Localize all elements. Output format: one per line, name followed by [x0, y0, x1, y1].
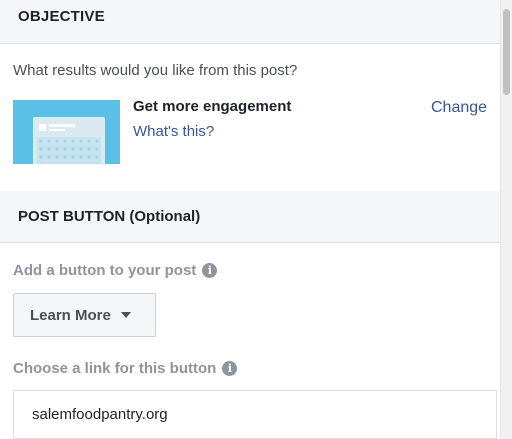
post-button-header-title: POST BUTTON (Optional)	[18, 208, 201, 225]
objective-section-header: OBJECTIVE	[0, 0, 500, 44]
button-type-dropdown[interactable]: Learn More	[13, 293, 156, 337]
boost-post-panel: OBJECTIVE What results would you like fr…	[0, 0, 500, 439]
button-type-selected: Learn More	[30, 306, 111, 324]
whats-this-link[interactable]: What's this?	[133, 123, 214, 140]
thumbnail-image	[37, 137, 101, 164]
objective-header-title: OBJECTIVE	[18, 8, 105, 25]
button-link-input[interactable]	[13, 390, 497, 439]
post-button-section-header: POST BUTTON (Optional)	[0, 191, 500, 243]
add-button-label-text: Add a button to your post	[13, 262, 197, 279]
objective-goal-title: Get more engagement	[133, 98, 292, 115]
info-icon[interactable]: i	[202, 263, 218, 278]
thumbnail-post-card	[33, 117, 105, 164]
scrollbar-thumb[interactable]	[503, 9, 510, 95]
thumbnail-avatar	[39, 124, 46, 131]
choose-link-label: Choose a link for this button i	[13, 360, 238, 377]
thumbnail-line	[49, 124, 75, 127]
objective-question: What results would you like from this po…	[13, 62, 298, 79]
thumbnail-line	[49, 129, 65, 131]
caret-down-icon	[120, 312, 131, 318]
engagement-thumbnail-icon	[13, 100, 120, 164]
choose-link-label-text: Choose a link for this button	[13, 360, 217, 377]
add-button-label: Add a button to your post i	[13, 262, 218, 279]
info-icon[interactable]: i	[222, 361, 238, 376]
change-objective-link[interactable]: Change	[431, 99, 487, 117]
